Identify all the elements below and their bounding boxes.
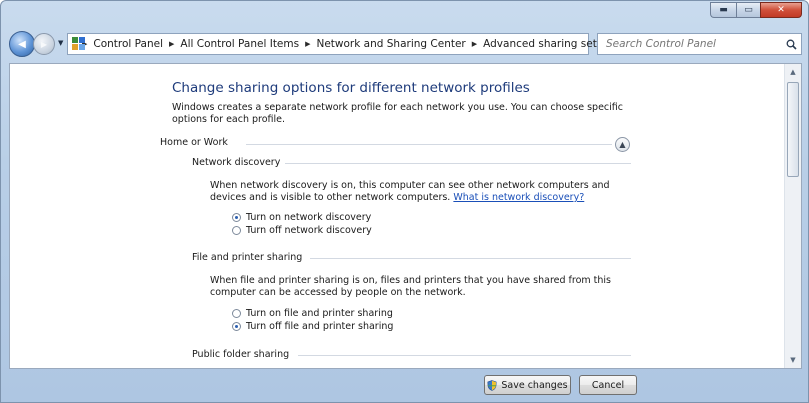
search-input[interactable] <box>604 37 781 51</box>
network-discovery-help-link[interactable]: What is network discovery? <box>453 192 584 203</box>
close-button[interactable]: ✕ <box>760 2 802 18</box>
vertical-scrollbar[interactable]: ▲ ▼ <box>784 64 801 368</box>
page-description: Windows creates a separate network profi… <box>172 102 623 125</box>
scrollbar-thumb[interactable] <box>787 82 799 177</box>
breadcrumb-separator-icon[interactable]: ▶ <box>305 40 310 48</box>
radio-button-selected[interactable] <box>232 213 241 222</box>
chevron-up-icon: ▲ <box>619 140 626 149</box>
back-arrow-icon: ◀ <box>18 38 26 50</box>
network-discovery-text: When network discovery is on, this compu… <box>210 180 630 204</box>
breadcrumb-all-items[interactable]: All Control Panel Items <box>180 38 299 50</box>
maximize-button[interactable]: ▭ <box>736 2 760 18</box>
breadcrumb-separator-icon[interactable]: ▶ <box>169 40 174 48</box>
radio-button[interactable] <box>232 309 241 318</box>
file-sharing-description: When file and printer sharing is on, fil… <box>210 275 611 298</box>
section-divider <box>310 258 631 259</box>
radio-label: Turn on network discovery <box>246 212 372 223</box>
minimize-button[interactable]: ▬ <box>710 2 736 18</box>
save-changes-button[interactable]: Save changes <box>484 375 571 395</box>
address-bar[interactable]: ▶ Control Panel ▶ All Control Panel Item… <box>67 33 655 55</box>
network-discovery-heading: Network discovery <box>192 157 281 168</box>
radio-button[interactable] <box>232 226 241 235</box>
navigation-bar: ◀ ▶ ▼ ▶ Control Panel ▶ All Control Pane… <box>9 27 802 61</box>
content-area: Change sharing options for different net… <box>9 63 802 369</box>
radio-label: Turn off network discovery <box>246 225 372 236</box>
page-title: Change sharing options for different net… <box>172 80 530 96</box>
radio-label: Turn off file and printer sharing <box>246 321 394 332</box>
forward-arrow-icon: ▶ <box>40 39 48 49</box>
control-panel-window: ▬ ▭ ✕ ◀ ▶ ▼ ▶ Control Panel ▶ All Contro… <box>0 0 809 403</box>
section-divider <box>246 144 612 145</box>
recent-pages-dropdown-icon[interactable]: ▼ <box>58 39 63 47</box>
file-printer-sharing-heading: File and printer sharing <box>192 252 303 263</box>
collapse-profile-button[interactable]: ▲ <box>615 137 630 152</box>
dialog-button-bar: Save changes Cancel <box>1 369 808 402</box>
radio-button-selected[interactable] <box>232 322 241 331</box>
uac-shield-icon <box>487 379 497 391</box>
save-changes-label: Save changes <box>501 379 568 391</box>
radio-label: Turn on file and printer sharing <box>246 308 393 319</box>
radio-turn-on-file-sharing[interactable]: Turn on file and printer sharing <box>232 308 393 319</box>
radio-turn-off-discovery[interactable]: Turn off network discovery <box>232 225 372 236</box>
search-box[interactable] <box>597 33 802 55</box>
radio-turn-off-file-sharing[interactable]: Turn off file and printer sharing <box>232 321 393 332</box>
caption-buttons: ▬ ▭ ✕ <box>710 2 802 19</box>
back-button[interactable]: ◀ <box>9 31 35 57</box>
section-divider <box>285 163 631 164</box>
breadcrumb-control-panel[interactable]: Control Panel <box>93 38 163 50</box>
section-divider <box>298 355 631 356</box>
search-icon[interactable] <box>781 39 801 50</box>
breadcrumb-network-sharing-center[interactable]: Network and Sharing Center <box>316 38 465 50</box>
radio-turn-on-discovery[interactable]: Turn on network discovery <box>232 212 371 223</box>
cancel-button[interactable]: Cancel <box>579 375 637 395</box>
public-folder-sharing-heading: Public folder sharing <box>192 349 290 360</box>
scroll-down-arrow-icon[interactable]: ▼ <box>785 352 801 368</box>
scroll-up-arrow-icon[interactable]: ▲ <box>785 64 801 80</box>
forward-button[interactable]: ▶ <box>33 33 55 55</box>
breadcrumb-separator-icon[interactable]: ▶ <box>472 40 477 48</box>
profile-heading-home-work: Home or Work <box>160 137 228 148</box>
